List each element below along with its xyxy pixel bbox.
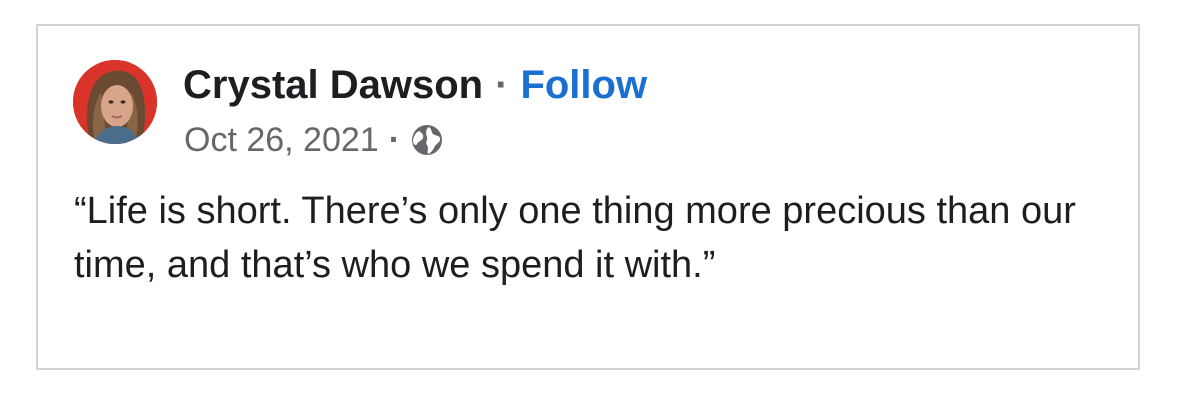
author-avatar[interactable] xyxy=(73,60,157,144)
post-meta: Oct 26, 2021 · xyxy=(184,120,444,160)
post-header: Crystal Dawson · Follow xyxy=(183,61,647,109)
author-name[interactable]: Crystal Dawson xyxy=(183,61,483,109)
follow-link[interactable]: Follow xyxy=(520,61,647,109)
post-card: Crystal Dawson · Follow Oct 26, 2021 · “… xyxy=(36,24,1140,370)
post-text: “Life is short. There’s only one thing m… xyxy=(74,190,1076,286)
globe-icon xyxy=(410,123,444,157)
meta-separator: · xyxy=(388,120,401,159)
avatar-photo xyxy=(73,60,157,144)
post-date[interactable]: Oct 26, 2021 xyxy=(184,121,379,160)
header-separator: · xyxy=(495,63,509,107)
